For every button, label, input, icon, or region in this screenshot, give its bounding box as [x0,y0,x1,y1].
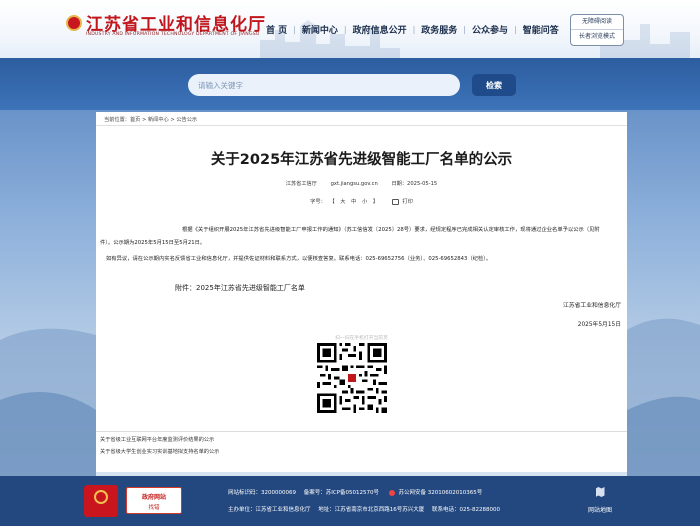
signature-date: 2025年5月15日 [577,322,621,328]
divider [96,125,627,126]
nav-news[interactable]: 新闻中心 [302,23,338,36]
nav-home[interactable]: 首 页 [266,23,287,36]
sitemap-button[interactable]: 网站地图 [582,486,618,516]
nav-qa[interactable]: 智能问答 [523,23,559,36]
nav-separator: | [412,25,416,34]
divider [96,431,627,432]
article-title: 关于2025年江苏省先进级智能工厂名单的公示 [210,152,513,168]
article-card: 当前位置：首页 > 新闻中心 > 公告公示 关于2025年江苏省先进级智能工厂名… [96,112,627,472]
nav-info-disclosure[interactable]: 政府信息公开 [353,23,407,36]
font-bracket-right: 】 [372,199,379,205]
emblem-icon [66,14,82,31]
site-id: 网站标识码：3200000069 [228,490,296,496]
nav-participation[interactable]: 公众参与 [472,23,508,36]
gov-badge-subtitle: 找错 [148,505,160,511]
font-size-medium[interactable]: 中 [351,199,356,205]
address: 地址：江苏省南京市北京西路16号苏兴大厦 [318,507,425,513]
nav-separator: | [514,25,517,34]
print-button[interactable]: 打印 [402,199,412,205]
article-paragraph: 根据《关于组织开展2025年江苏省先进级智能工厂申报工作的通知》（苏工信信发〔2… [100,227,600,246]
nav-separator: | [343,25,347,34]
gov-badge-title: 政府网站 [141,494,166,501]
site-header: 江苏省工业和信息化厅 INDUSTRY AND INFORMATION TECH… [0,0,700,58]
contact-phone: 联系电话：025-82288000 [432,507,500,513]
police-record[interactable]: 苏公网安备 32010602010365号 [399,490,483,496]
nav-services[interactable]: 政务服务 [421,23,457,36]
related-link[interactable]: 关于省级工业互联网平台年度监测评价结果的公示 [100,436,214,443]
print-icon[interactable] [391,198,399,205]
font-size-row: 字号： 【 大 中 小 】 打印 [96,198,627,205]
article-date: 日期：2025-05-15 [391,181,438,187]
search-button[interactable]: 检索 [472,74,516,96]
attachment-link[interactable]: 附件：2025年江苏省先进级智能工厂名单 [175,283,305,293]
search-input[interactable] [188,74,460,96]
icp-record[interactable]: 备案号：苏ICP备05012570号 [304,490,379,496]
sitemap-label: 网站地图 [587,507,612,514]
nav-separator: | [463,25,466,34]
accessibility-box: 无障碍阅读 长者浏览模式 [570,14,624,46]
gov-error-badge[interactable]: 政府网站 找错 [126,487,182,514]
signature-org: 江苏省工业和信息化厅 [563,303,621,309]
footer-line-1: 网站标识码：3200000069 备案号：苏ICP备05012570号 苏公网安… [228,488,482,496]
accessibility-button[interactable]: 无障碍阅读 [571,15,623,29]
qr-caption: 扫一扫在手机打开当前页 [335,336,388,341]
qr-code-icon [317,343,387,413]
breadcrumb[interactable]: 当前位置：首页 > 新闻中心 > 公告公示 [104,116,197,123]
article-meta: 江苏省工信厅 gxt.jiangsu.gov.cn 日期：2025-05-15 [96,180,627,187]
police-badge-icon [388,489,395,496]
article-site: gxt.jiangsu.gov.cn [330,181,378,187]
font-size-small[interactable]: 小 [362,199,367,205]
font-bracket-left: 【 [329,199,335,205]
party-logo-icon[interactable] [84,485,118,517]
map-icon [595,487,605,497]
article-source: 江苏省工信厅 [285,181,317,187]
footer-line-2: 主办单位：江苏省工业和信息化厅 地址：江苏省南京市北京西路16号苏兴大厦 联系电… [228,505,500,513]
elderly-mode-button[interactable]: 长者浏览模式 [571,29,623,44]
related-link[interactable]: 关于省级大学生创业实习实训基地拟支持名单的公示 [100,448,219,455]
font-size-large[interactable]: 大 [340,199,345,205]
font-size-label: 字号： [310,199,326,205]
article-paragraph: 如有异议，请在公示期内实名反馈省工业和信息化厅，并提供佐证材料和联系方式，以便核… [106,256,492,262]
site-subtitle: INDUSTRY AND INFORMATION TECHNOLOGY DEPA… [86,32,260,37]
nav-separator: | [293,25,296,34]
main-nav: 首 页 | 新闻中心 | 政府信息公开 | 政务服务 | 公众参与 | 智能问答 [266,23,559,36]
host-org: 主办单位：江苏省工业和信息化厅 [228,507,311,513]
seal-icon [94,490,108,504]
